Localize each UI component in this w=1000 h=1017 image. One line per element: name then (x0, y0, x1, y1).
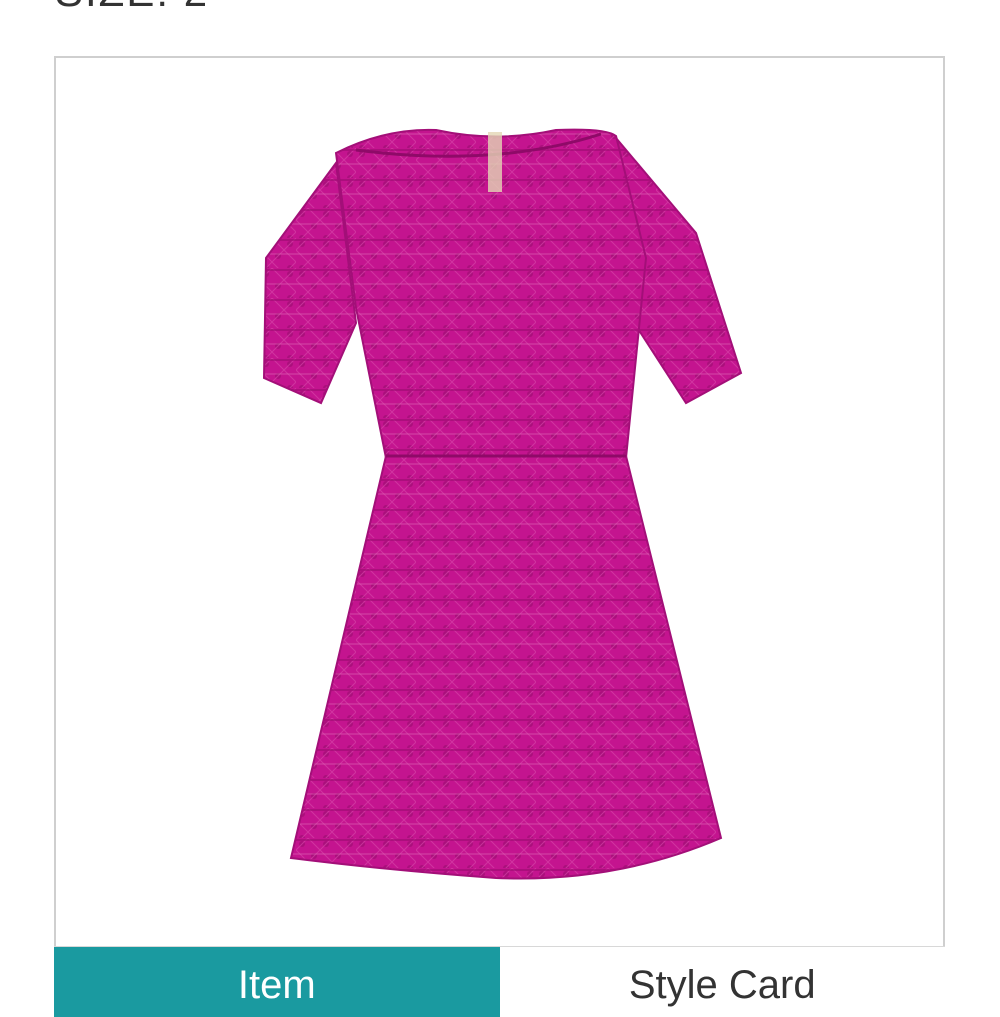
size-label: SIZE: 2 (55, 0, 209, 16)
product-image[interactable] (56, 58, 943, 946)
tab-item-label: Item (237, 963, 316, 1007)
tab-item[interactable]: Item (54, 947, 500, 1017)
tab-bar: Item Style Card (54, 946, 945, 1017)
tab-style-card[interactable]: Style Card (499, 947, 945, 1017)
product-card: Item Style Card (54, 56, 945, 1017)
dress-image (262, 128, 743, 880)
tab-style-card-label: Style Card (628, 963, 816, 1007)
